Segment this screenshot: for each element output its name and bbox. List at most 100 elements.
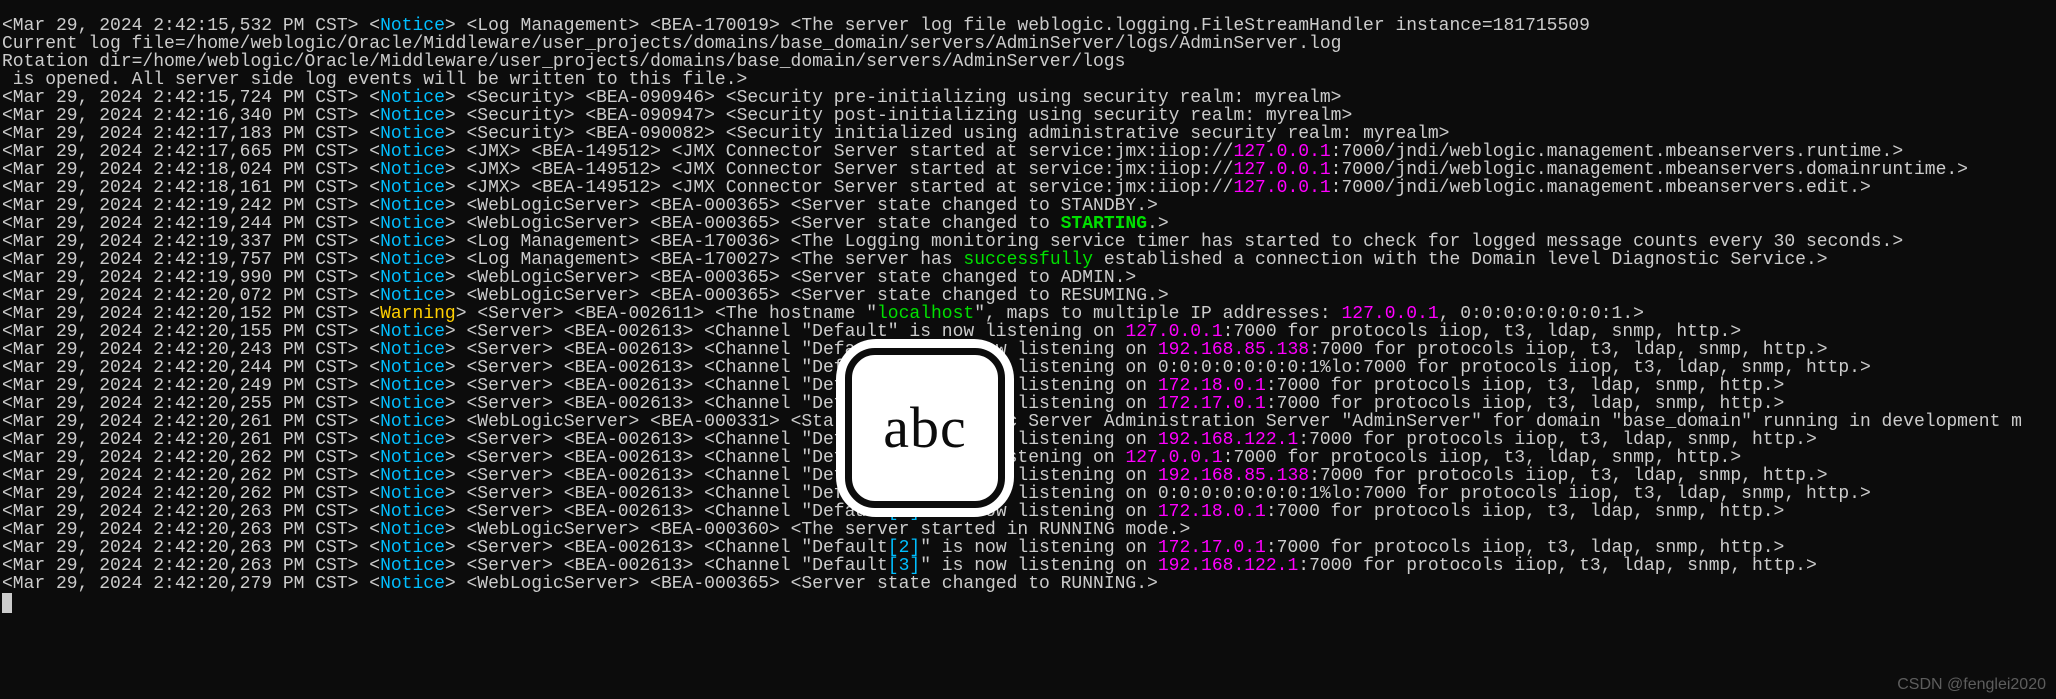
log-line: <Mar 29, 2024 2:42:17,665 PM CST> <Notic… [2,143,2022,161]
log-level: Notice [380,394,445,414]
log-line: <Mar 29, 2024 2:42:20,262 PM CST> <Notic… [2,485,2022,503]
log-level: Notice [380,106,445,126]
log-line: <Mar 29, 2024 2:42:19,337 PM CST> <Notic… [2,233,2022,251]
prompt-line[interactable] [2,593,2022,613]
log-timestamp: <Mar 29, 2024 2:42:20,262 PM CST> [2,448,369,468]
log-timestamp: <Mar 29, 2024 2:42:20,072 PM CST> [2,286,369,306]
log-line: <Mar 29, 2024 2:42:20,244 PM CST> <Notic… [2,359,2022,377]
log-level: Notice [380,448,445,468]
log-timestamp: <Mar 29, 2024 2:42:20,152 PM CST> [2,304,369,324]
log-level: Notice [380,520,445,540]
ip-address: 127.0.0.1 [1233,142,1330,162]
log-timestamp: <Mar 29, 2024 2:42:20,155 PM CST> [2,322,369,342]
log-level: Warning [380,304,456,324]
log-line: <Mar 29, 2024 2:42:20,263 PM CST> <Notic… [2,557,2022,575]
log-code: <BEA-002613> [564,322,704,342]
ime-indicator-overlay: abc [838,341,1012,515]
log-line: <Mar 29, 2024 2:42:20,155 PM CST> <Notic… [2,323,2022,341]
log-level: Notice [380,376,445,396]
log-code: <BEA-000365> [650,196,790,216]
log-code: <BEA-090082> [585,124,725,144]
log-code: <BEA-090946> [585,88,725,108]
log-category: <JMX> [467,178,532,198]
log-category: <JMX> [467,142,532,162]
log-code: <BEA-002613> [564,502,704,522]
log-timestamp: <Mar 29, 2024 2:42:20,244 PM CST> [2,358,369,378]
log-timestamp: <Mar 29, 2024 2:42:18,161 PM CST> [2,178,369,198]
log-code: <BEA-000365> [650,286,790,306]
log-code: <BEA-002613> [564,430,704,450]
log-code: <BEA-002611> [575,304,715,324]
log-code: <BEA-149512> [531,160,671,180]
log-line: <Mar 29, 2024 2:42:15,724 PM CST> <Notic… [2,89,2022,107]
log-line: <Mar 29, 2024 2:42:18,161 PM CST> <Notic… [2,179,2022,197]
log-timestamp: <Mar 29, 2024 2:42:20,243 PM CST> [2,340,369,360]
log-code: <BEA-000365> [650,574,790,594]
terminal-output[interactable]: <Mar 29, 2024 2:42:15,532 PM CST> <Notic… [2,17,2022,613]
log-line: <Mar 29, 2024 2:42:19,242 PM CST> <Notic… [2,197,2022,215]
log-level: Notice [380,88,445,108]
log-category: <WebLogicServer> [467,268,651,288]
log-timestamp: <Mar 29, 2024 2:42:17,665 PM CST> [2,142,369,162]
log-code: <BEA-002613> [564,484,704,504]
log-code: <BEA-002613> [564,358,704,378]
ip-address: 172.17.0.1 [1158,394,1266,414]
log-level: Notice [380,214,445,234]
log-timestamp: <Mar 29, 2024 2:42:20,263 PM CST> [2,502,369,522]
log-level: Notice [380,484,445,504]
log-level: Notice [380,466,445,486]
ip-address: 172.17.0.1 [1158,538,1266,558]
log-line: Rotation dir=/home/weblogic/Oracle/Middl… [2,53,2022,71]
ip-address: 172.18.0.1 [1158,376,1266,396]
ip-address: 172.18.0.1 [1158,502,1266,522]
log-line: is opened. All server side log events wi… [2,71,2022,89]
log-code: <BEA-000365> [650,268,790,288]
log-line: <Mar 29, 2024 2:42:20,243 PM CST> <Notic… [2,341,2022,359]
log-timestamp: <Mar 29, 2024 2:42:18,024 PM CST> [2,160,369,180]
log-timestamp: <Mar 29, 2024 2:42:19,757 PM CST> [2,250,369,270]
log-category: <JMX> [467,160,532,180]
log-line: <Mar 29, 2024 2:42:15,532 PM CST> <Notic… [2,17,2022,35]
ip-address: 127.0.0.1 [1125,322,1222,342]
ip-address: 192.168.122.1 [1158,430,1298,450]
log-line: <Mar 29, 2024 2:42:20,279 PM CST> <Notic… [2,575,2022,593]
log-category: <Server> [467,358,564,378]
log-level: Notice [380,358,445,378]
log-category: <Security> [467,124,586,144]
log-timestamp: <Mar 29, 2024 2:42:20,249 PM CST> [2,376,369,396]
log-category: <Log Management> [467,232,651,252]
log-code: <BEA-170036> [650,232,790,252]
ip-address: 127.0.0.1 [1233,160,1330,180]
log-timestamp: <Mar 29, 2024 2:42:19,244 PM CST> [2,214,369,234]
log-code: <BEA-000365> [650,214,790,234]
ip-address: 192.168.122.1 [1158,556,1298,576]
log-timestamp: <Mar 29, 2024 2:42:19,242 PM CST> [2,196,369,216]
log-timestamp: <Mar 29, 2024 2:42:20,255 PM CST> [2,394,369,414]
log-category: <Server> [467,340,564,360]
ip-address: 127.0.0.1 [1341,304,1438,324]
log-level: Notice [380,268,445,288]
log-code: <BEA-002613> [564,376,704,396]
log-category: <WebLogicServer> [467,196,651,216]
log-level: Notice [380,196,445,216]
log-level: Notice [380,556,445,576]
log-category: <WebLogicServer> [467,574,651,594]
log-category: <Server> [467,394,564,414]
log-line: <Mar 29, 2024 2:42:18,024 PM CST> <Notic… [2,161,2022,179]
log-level: Notice [380,124,445,144]
log-line: <Mar 29, 2024 2:42:19,244 PM CST> <Notic… [2,215,2022,233]
log-line: <Mar 29, 2024 2:42:17,183 PM CST> <Notic… [2,125,2022,143]
log-level: Notice [380,412,445,432]
log-code: <BEA-002613> [564,556,704,576]
log-line: <Mar 29, 2024 2:42:20,263 PM CST> <Notic… [2,503,2022,521]
log-code: <BEA-002613> [564,466,704,486]
log-line: <Mar 29, 2024 2:42:19,757 PM CST> <Notic… [2,251,2022,269]
log-line: <Mar 29, 2024 2:42:19,990 PM CST> <Notic… [2,269,2022,287]
log-category: <Log Management> [467,250,651,270]
log-level: Notice [380,538,445,558]
log-code: <BEA-170027> [650,250,790,270]
log-category: <Server> [467,502,564,522]
log-line: <Mar 29, 2024 2:42:16,340 PM CST> <Notic… [2,107,2022,125]
log-timestamp: <Mar 29, 2024 2:42:17,183 PM CST> [2,124,369,144]
log-timestamp: <Mar 29, 2024 2:42:20,263 PM CST> [2,520,369,540]
